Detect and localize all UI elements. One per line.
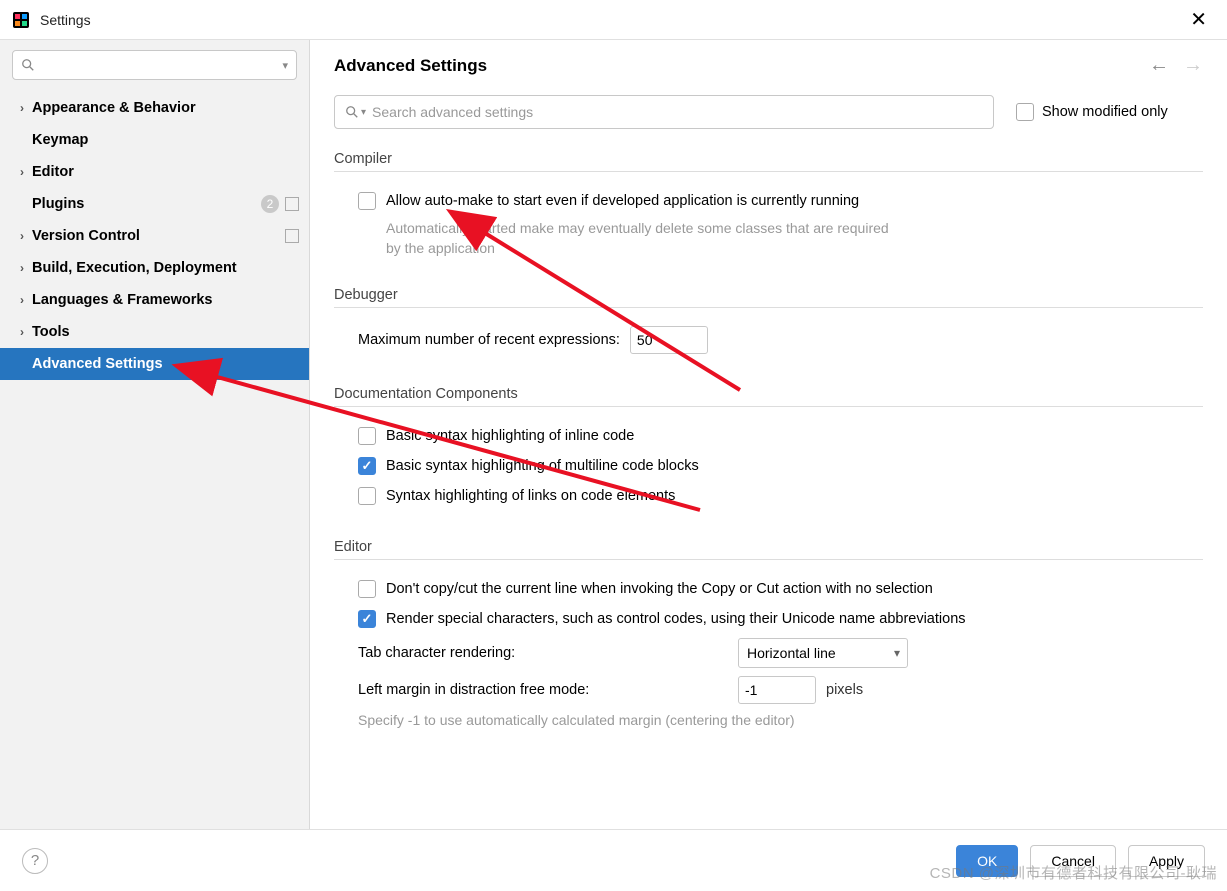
chevron-right-icon: › [16,325,28,339]
sidebar-search[interactable]: ▾ [12,50,297,80]
project-scope-icon [285,229,299,243]
sidebar: ▾ ›Appearance & Behavior›Keymap›Editor›P… [0,40,310,829]
chevron-down-icon[interactable]: ▾ [282,59,288,72]
sidebar-item-label: Languages & Frameworks [32,292,299,308]
max-recent-label: Maximum number of recent expressions: [358,332,620,348]
allow-auto-make-hint: Automatically started make may eventuall… [334,216,894,259]
ok-button[interactable]: OK [956,845,1018,877]
allow-auto-make-label: Allow auto-make to start even if develop… [386,193,859,209]
checkbox[interactable] [358,487,376,505]
max-recent-input[interactable] [630,326,708,354]
show-modified-only-label: Show modified only [1042,104,1168,120]
search-icon [345,105,359,119]
footer: ? OK Cancel Apply [0,829,1227,891]
close-icon[interactable]: ✕ [1182,6,1215,34]
sidebar-item-plugins[interactable]: ›Plugins2 [0,188,309,220]
chevron-down-icon[interactable]: ▾ [361,107,366,118]
checkbox[interactable] [358,427,376,445]
section-doc-components: Documentation Components Basic syntax hi… [334,386,1203,511]
page-title: Advanced Settings [334,56,487,76]
left-margin-unit: pixels [826,682,863,698]
section-title: Debugger [334,287,1203,303]
section-title: Documentation Components [334,386,1203,402]
tab-rendering-row: Tab character rendering: Horizontal line [334,634,1203,672]
sidebar-item-editor[interactable]: › Editor [0,156,309,188]
nav-forward-icon: → [1183,54,1203,77]
nav-back-icon[interactable]: ← [1149,54,1169,77]
chevron-right-icon: › [16,229,28,243]
main-search-input[interactable] [372,104,983,120]
sidebar-item-label: Tools [32,324,299,340]
sidebar-item-version-control[interactable]: › Version Control [0,220,309,252]
show-modified-only[interactable]: Show modified only [1016,103,1168,121]
section-debugger: Debugger Maximum number of recent expres… [334,287,1203,358]
sidebar-item-label: Appearance & Behavior [32,100,299,116]
main-search[interactable]: ▾ [334,95,994,129]
search-icon [21,58,35,72]
doc-inline-row[interactable]: Basic syntax highlighting of inline code [334,421,1203,451]
chevron-right-icon: › [16,293,28,307]
sidebar-item-label: Plugins [32,196,261,212]
sidebar-search-input[interactable] [39,58,282,73]
sidebar-item-label: Editor [32,164,299,180]
chevron-right-icon: › [16,165,28,179]
left-margin-hint: Specify -1 to use automatically calculat… [334,708,894,730]
allow-auto-make-row[interactable]: Allow auto-make to start even if develop… [334,186,1203,216]
section-editor: Editor Don't copy/cut the current line w… [334,539,1203,730]
render-special-row[interactable]: Render special characters, such as contr… [334,604,1203,634]
app-icon [12,11,30,29]
chevron-right-icon: › [16,261,28,275]
sidebar-item-advanced-settings[interactable]: ›Advanced Settings [0,348,309,380]
chevron-right-icon: › [16,101,28,115]
sidebar-item-label: Advanced Settings [32,356,299,372]
cancel-button[interactable]: Cancel [1030,845,1116,877]
section-title: Compiler [334,151,1203,167]
apply-button[interactable]: Apply [1128,845,1205,877]
left-margin-row: Left margin in distraction free mode: pi… [334,672,1203,708]
doc-multiline-row[interactable]: Basic syntax highlighting of multiline c… [334,451,1203,481]
sidebar-item-label: Build, Execution, Deployment [32,260,299,276]
help-button[interactable]: ? [22,848,48,874]
max-recent-row: Maximum number of recent expressions: [334,322,1203,358]
checkbox[interactable] [358,457,376,475]
left-margin-input[interactable] [738,676,816,704]
settings-tree: ›Appearance & Behavior›Keymap›Editor›Plu… [0,90,309,829]
section-title: Editor [334,539,1203,555]
doc-links-row[interactable]: Syntax highlighting of links on code ele… [334,481,1203,511]
sidebar-item-languages-frameworks[interactable]: › Languages & Frameworks [0,284,309,316]
titlebar: Settings ✕ [0,0,1227,40]
project-scope-icon [285,197,299,211]
badge-count: 2 [261,195,279,213]
dont-copy-row[interactable]: Don't copy/cut the current line when inv… [334,574,1203,604]
content-scroll[interactable]: Compiler Allow auto-make to start even i… [334,151,1203,829]
sidebar-item-appearance-behavior[interactable]: › Appearance & Behavior [0,92,309,124]
checkbox[interactable] [358,610,376,628]
main-panel: Advanced Settings ← → ▾ Show modified on… [310,40,1227,829]
sidebar-item-label: Version Control [32,228,285,244]
window-title: Settings [40,12,91,28]
checkbox[interactable] [358,192,376,210]
sidebar-item-tools[interactable]: › Tools [0,316,309,348]
sidebar-item-label: Keymap [32,132,299,148]
sidebar-item-build-execution-deployment[interactable]: › Build, Execution, Deployment [0,252,309,284]
tab-rendering-select[interactable]: Horizontal line [738,638,908,668]
sidebar-item-keymap[interactable]: ›Keymap [0,124,309,156]
checkbox[interactable] [358,580,376,598]
checkbox[interactable] [1016,103,1034,121]
section-compiler: Compiler Allow auto-make to start even i… [334,151,1203,259]
